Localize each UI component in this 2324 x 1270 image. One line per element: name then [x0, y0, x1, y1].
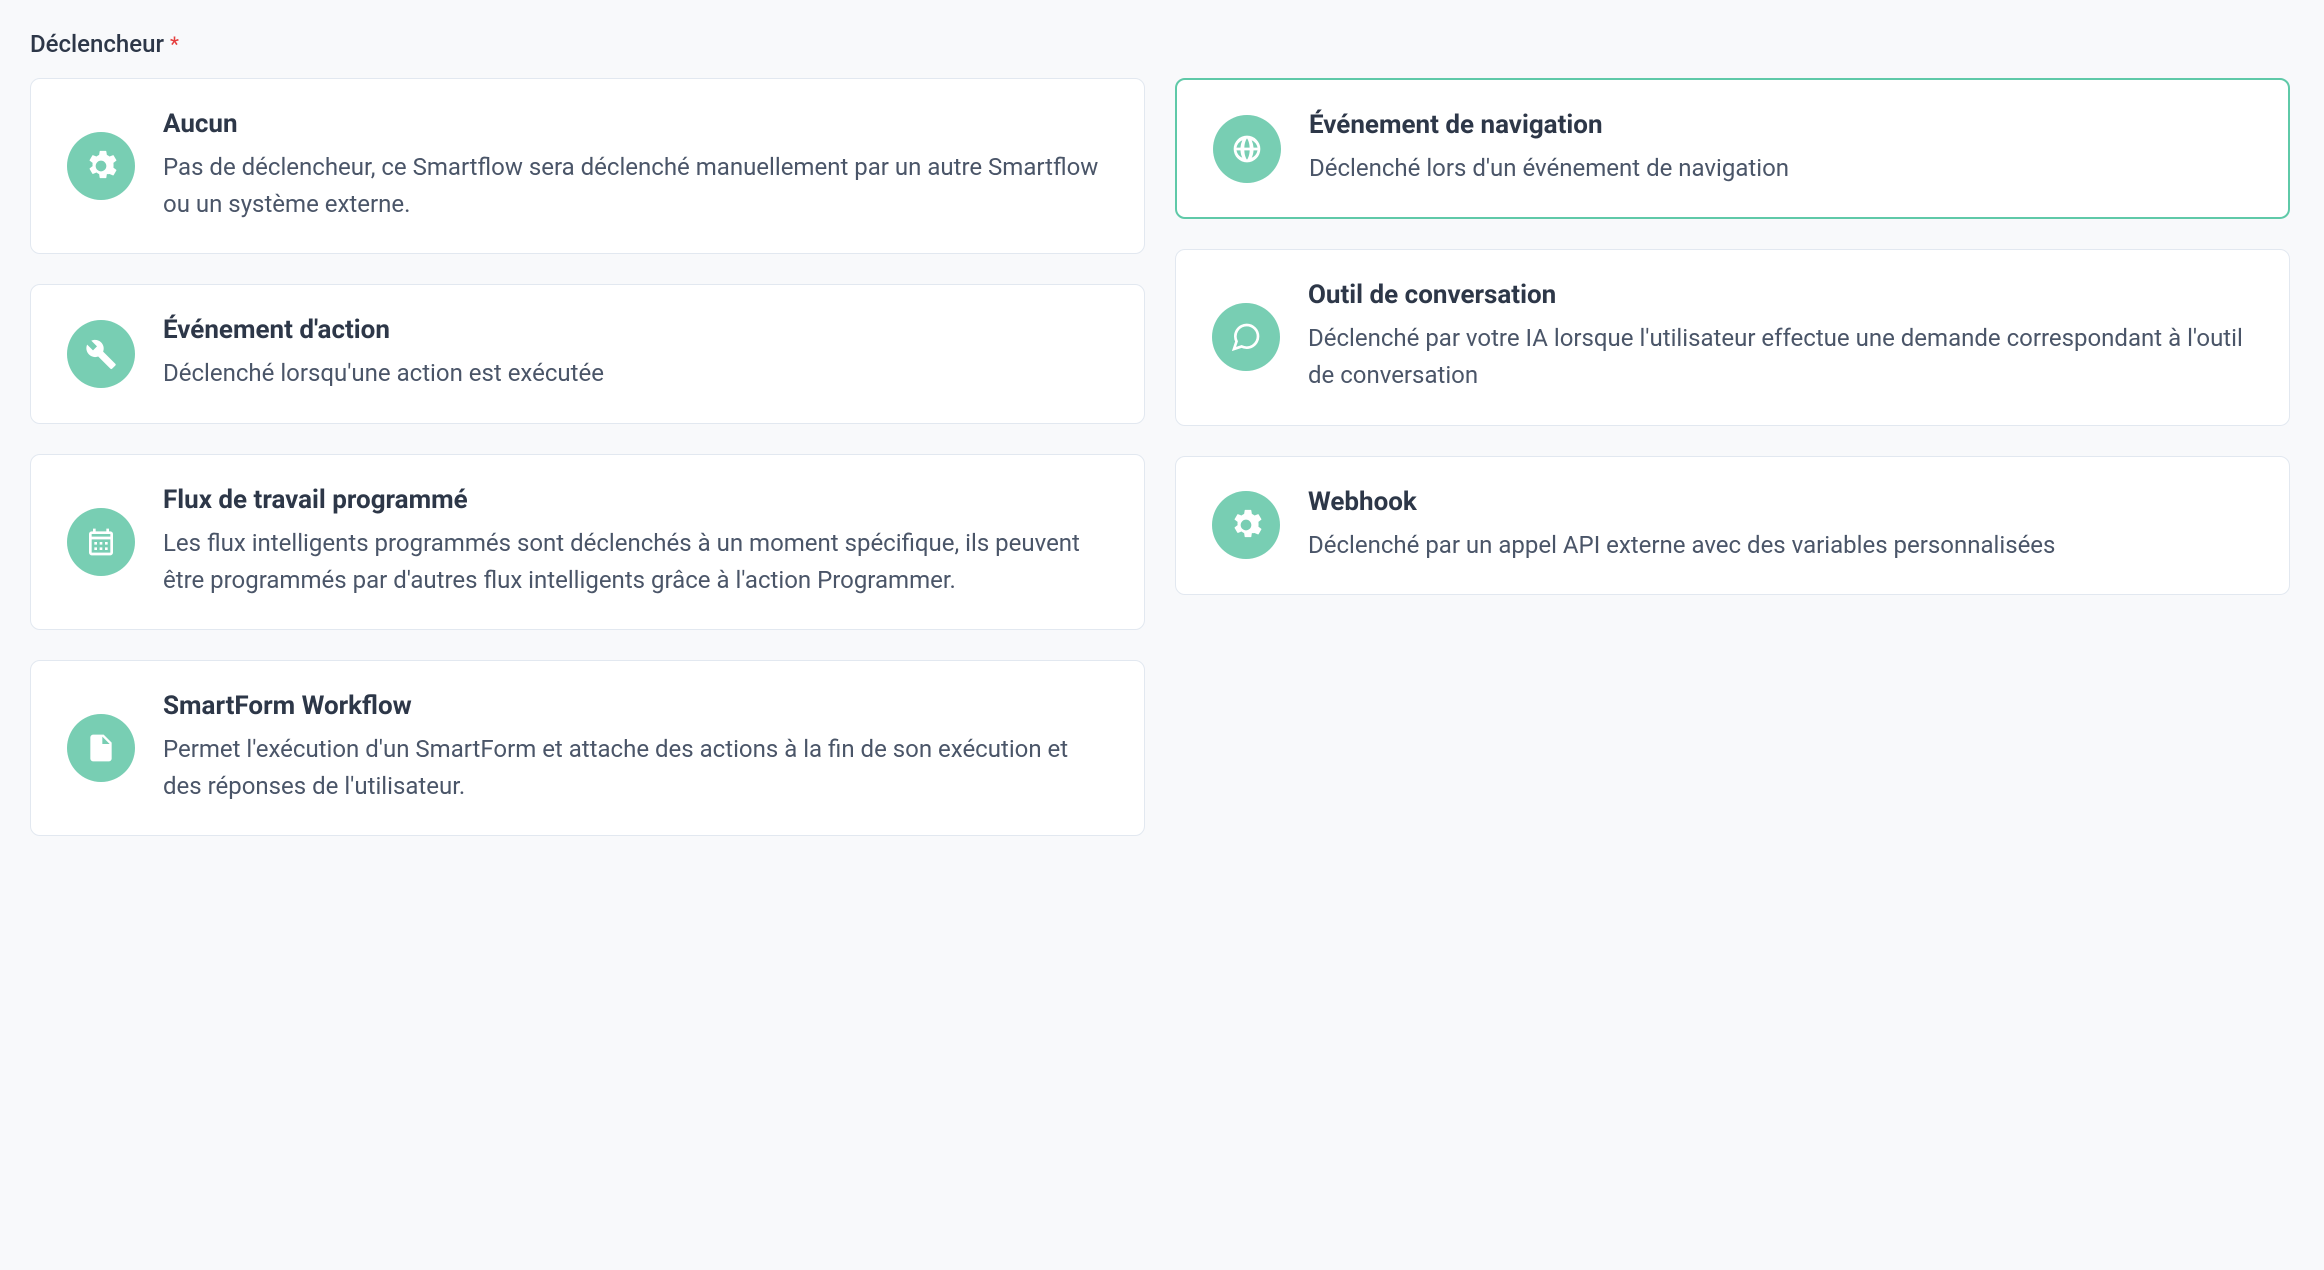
chat-icon	[1212, 303, 1280, 371]
required-indicator: *	[170, 32, 179, 56]
trigger-card-body: Webhook Déclenché par un appel API exter…	[1308, 487, 2253, 564]
trigger-card-body: Outil de conversation Déclenché par votr…	[1308, 280, 2253, 394]
trigger-title: Événement de navigation	[1309, 110, 2252, 140]
section-label: Déclencheur *	[30, 30, 2294, 58]
trigger-description: Déclenché lors d'un événement de navigat…	[1309, 150, 2252, 187]
trigger-card-action[interactable]: Événement d'action Déclenché lorsqu'une …	[30, 284, 1145, 423]
trigger-title: Événement d'action	[163, 315, 1108, 345]
gear-icon	[1212, 491, 1280, 559]
trigger-card-none[interactable]: Aucun Pas de déclencheur, ce Smartflow s…	[30, 78, 1145, 254]
file-icon	[67, 714, 135, 782]
globe-icon	[1213, 115, 1281, 183]
gear-icon	[67, 132, 135, 200]
trigger-title: SmartForm Workflow	[163, 691, 1108, 721]
trigger-title: Webhook	[1308, 487, 2253, 517]
trigger-description: Pas de déclencheur, ce Smartflow sera dé…	[163, 149, 1108, 223]
trigger-description: Les flux intelligents programmés sont dé…	[163, 525, 1108, 599]
trigger-card-scheduled[interactable]: Flux de travail programmé Les flux intel…	[30, 454, 1145, 630]
wrench-icon	[67, 320, 135, 388]
trigger-grid: Aucun Pas de déclencheur, ce Smartflow s…	[30, 78, 2290, 836]
trigger-card-conversation[interactable]: Outil de conversation Déclenché par votr…	[1175, 249, 2290, 425]
trigger-card-smartform[interactable]: SmartForm Workflow Permet l'exécution d'…	[30, 660, 1145, 836]
trigger-card-webhook[interactable]: Webhook Déclenché par un appel API exter…	[1175, 456, 2290, 595]
trigger-column-right: Événement de navigation Déclenché lors d…	[1175, 78, 2290, 836]
trigger-title: Flux de travail programmé	[163, 485, 1108, 515]
trigger-description: Permet l'exécution d'un SmartForm et att…	[163, 731, 1108, 805]
section-label-text: Déclencheur	[30, 30, 164, 58]
trigger-title: Outil de conversation	[1308, 280, 2253, 310]
trigger-card-body: Flux de travail programmé Les flux intel…	[163, 485, 1108, 599]
trigger-card-body: SmartForm Workflow Permet l'exécution d'…	[163, 691, 1108, 805]
trigger-column-left: Aucun Pas de déclencheur, ce Smartflow s…	[30, 78, 1145, 836]
calendar-icon	[67, 508, 135, 576]
trigger-description: Déclenché par votre IA lorsque l'utilisa…	[1308, 320, 2253, 394]
trigger-card-body: Événement de navigation Déclenché lors d…	[1309, 110, 2252, 187]
trigger-card-body: Événement d'action Déclenché lorsqu'une …	[163, 315, 1108, 392]
trigger-card-navigation[interactable]: Événement de navigation Déclenché lors d…	[1175, 78, 2290, 219]
trigger-card-body: Aucun Pas de déclencheur, ce Smartflow s…	[163, 109, 1108, 223]
trigger-title: Aucun	[163, 109, 1108, 139]
trigger-description: Déclenché lorsqu'une action est exécutée	[163, 355, 1108, 392]
trigger-description: Déclenché par un appel API externe avec …	[1308, 527, 2253, 564]
